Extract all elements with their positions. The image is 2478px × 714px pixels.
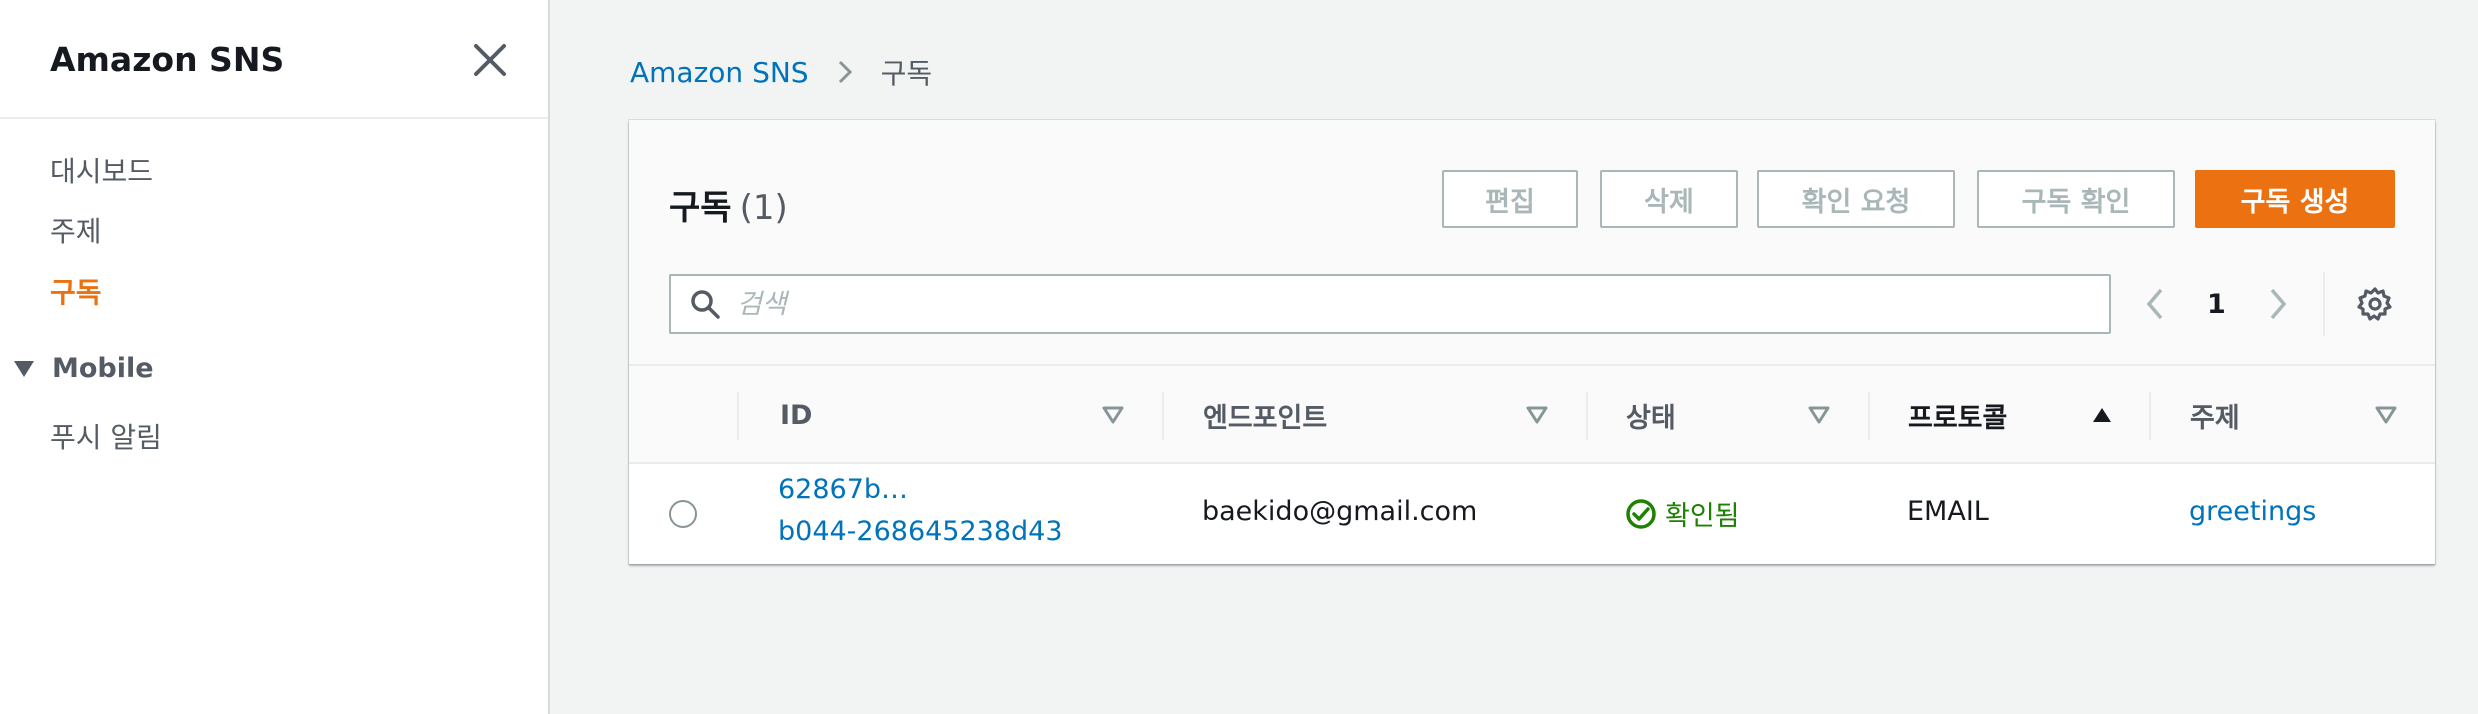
create-subscription-button[interactable]: 구독 생성 bbox=[2195, 170, 2395, 228]
pagination: 1 bbox=[2141, 274, 2292, 334]
row-select-radio[interactable] bbox=[669, 500, 697, 528]
column-header-id[interactable]: ID bbox=[780, 366, 812, 464]
confirm-subscription-button[interactable]: 구독 확인 bbox=[1977, 170, 2175, 228]
check-circle-icon bbox=[1626, 498, 1656, 529]
subscription-id-line1[interactable]: 62867b… bbox=[778, 474, 908, 505]
search-field[interactable] bbox=[669, 274, 2111, 334]
sort-down-icon[interactable] bbox=[1101, 403, 1125, 427]
sidebar-title: Amazon SNS bbox=[50, 40, 285, 79]
protocol-cell: EMAIL bbox=[1907, 496, 1989, 527]
panel-count: (1) bbox=[739, 188, 788, 228]
breadcrumb: Amazon SNS 구독 bbox=[630, 52, 932, 92]
chevron-left-icon[interactable] bbox=[2141, 286, 2169, 322]
column-separator bbox=[2149, 392, 2151, 440]
sort-down-icon[interactable] bbox=[1807, 403, 1831, 427]
status-cell: 확인됨 bbox=[1625, 494, 1740, 533]
search-icon bbox=[691, 290, 720, 319]
sidebar-item-push-notifications[interactable]: 푸시 알림 bbox=[50, 416, 162, 456]
search-input[interactable] bbox=[737, 288, 2037, 320]
chevron-right-icon bbox=[838, 60, 852, 84]
sort-down-icon[interactable] bbox=[1525, 403, 1549, 427]
column-header-topic[interactable]: 주제 bbox=[2190, 366, 2240, 464]
column-separator bbox=[737, 392, 739, 440]
endpoint-cell: baekido@gmail.com bbox=[1202, 496, 1478, 527]
edit-button[interactable]: 편집 bbox=[1442, 170, 1578, 228]
sidebar-section-mobile[interactable]: Mobile bbox=[14, 353, 154, 384]
sidebar: Amazon SNS 대시보드 주제 구독 Mobile 푸시 알림 bbox=[0, 0, 550, 714]
sort-down-icon[interactable] bbox=[2374, 403, 2398, 427]
topic-link[interactable]: greetings bbox=[2189, 496, 2316, 527]
delete-button[interactable]: 삭제 bbox=[1600, 170, 1738, 228]
breadcrumb-current: 구독 bbox=[880, 57, 933, 90]
panel-header: 구독(1) 편집 삭제 확인 요청 구독 확인 구독 생성 1 bbox=[629, 120, 2435, 366]
breadcrumb-root[interactable]: Amazon SNS bbox=[630, 56, 809, 89]
table-header: ID 엔드포인트 상태 프로토콜 주제 bbox=[629, 366, 2435, 464]
sort-up-icon[interactable] bbox=[2090, 403, 2114, 427]
status-label: 확인됨 bbox=[1665, 501, 1740, 532]
chevron-right-icon[interactable] bbox=[2264, 286, 2292, 322]
column-header-status[interactable]: 상태 bbox=[1626, 366, 1676, 464]
panel-title-text: 구독 bbox=[669, 188, 732, 228]
gear-icon[interactable] bbox=[2357, 286, 2393, 322]
sidebar-header: Amazon SNS bbox=[0, 0, 548, 119]
sidebar-item-subscriptions[interactable]: 구독 bbox=[50, 271, 102, 311]
column-separator bbox=[1586, 392, 1588, 440]
divider bbox=[2323, 272, 2325, 336]
column-header-endpoint[interactable]: 엔드포인트 bbox=[1203, 366, 1327, 464]
subscriptions-panel: 구독(1) 편집 삭제 확인 요청 구독 확인 구독 생성 1 bbox=[629, 120, 2435, 564]
sidebar-item-topics[interactable]: 주제 bbox=[50, 210, 102, 250]
request-confirmation-button[interactable]: 확인 요청 bbox=[1757, 170, 1955, 228]
sidebar-section-label: Mobile bbox=[52, 353, 154, 384]
table-row: 62867b… b044-268645238d43 baekido@gmail.… bbox=[629, 464, 2435, 564]
close-icon[interactable] bbox=[470, 40, 510, 80]
page-title: 구독 (1) bbox=[669, 180, 788, 229]
column-separator bbox=[1162, 392, 1164, 440]
caret-down-icon bbox=[14, 360, 34, 377]
subscription-id-line2[interactable]: b044-268645238d43 bbox=[778, 516, 1063, 547]
page-number[interactable]: 1 bbox=[2207, 289, 2226, 320]
column-header-protocol[interactable]: 프로토콜 bbox=[1908, 366, 2007, 464]
column-separator bbox=[1868, 392, 1870, 440]
sidebar-item-dashboard[interactable]: 대시보드 bbox=[50, 150, 153, 190]
